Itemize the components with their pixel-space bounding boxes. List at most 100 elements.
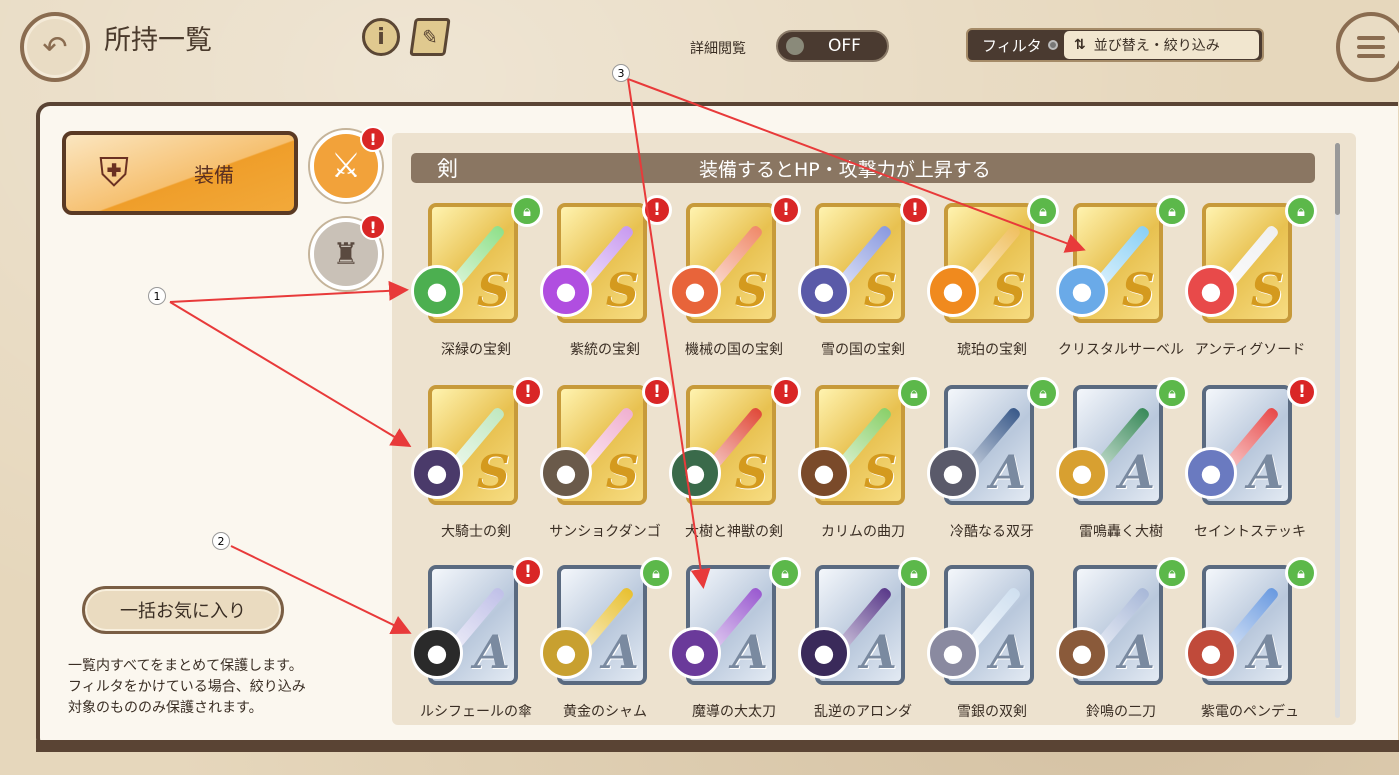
rank-letter: S	[992, 263, 1026, 317]
lock-icon[interactable]: 🔒︎	[769, 557, 801, 589]
bulk-favorite-button[interactable]: 一括お気に入り	[82, 586, 284, 634]
rank-letter: S	[863, 263, 897, 317]
rank-letter: A	[1119, 445, 1155, 499]
equipment-item[interactable]: A ● 🔒︎ 乱逆のアロンダ	[798, 557, 930, 725]
equipment-item[interactable]: S ●! 紫統の宝剣	[540, 195, 672, 383]
annotation-marker: 1	[148, 287, 166, 305]
character-emblem-icon: ●	[411, 447, 463, 499]
equipment-item[interactable]: S ● 🔒︎ 琥珀の宝剣	[927, 195, 1059, 383]
info-icon[interactable]: i	[362, 18, 400, 56]
equipment-item[interactable]: S ● 🔒︎ カリムの曲刀	[798, 377, 930, 565]
equip-tab[interactable]: ⛨ 装備	[62, 131, 298, 215]
rank-letter: S	[734, 263, 768, 317]
equipment-item[interactable]: A ● 🔒︎ 鈴鳴の二刀	[1056, 557, 1188, 725]
equipment-item[interactable]: S ●! 大樹と神獣の剣	[669, 377, 801, 565]
equipment-item[interactable]: S ● 🔒︎ クリスタルサーベル	[1056, 195, 1188, 383]
lock-icon[interactable]: 🔒︎	[511, 195, 543, 227]
lock-icon[interactable]: 🔒︎	[1156, 557, 1188, 589]
equipment-item[interactable]: A ● 🔒︎ 魔導の大太刀	[669, 557, 801, 725]
equipment-item[interactable]: A ● 🔒︎ 黄金のシャム	[540, 557, 672, 725]
character-emblem-icon: ●	[927, 265, 979, 317]
equipment-item[interactable]: A ●! ルシフェールの傘	[411, 557, 543, 725]
equipment-item[interactable]: A ● 🔒︎ 紫電のペンデュ	[1185, 557, 1317, 725]
toggle-state: OFF	[828, 36, 861, 56]
rank-letter: S	[734, 445, 768, 499]
rank-letter: A	[1119, 625, 1155, 679]
rank-letter: S	[863, 445, 897, 499]
sort-filter-button[interactable]: ⇅ 並び替え・絞り込み	[1064, 31, 1259, 59]
character-emblem-icon: ●	[798, 447, 850, 499]
equipment-item[interactable]: S ●! 機械の国の宝剣	[669, 195, 801, 383]
alert-icon: !	[1287, 377, 1317, 407]
item-name: 大騎士の剣	[441, 524, 511, 540]
character-emblem-icon: ●	[411, 627, 463, 679]
lock-icon[interactable]: 🔒︎	[1156, 195, 1188, 227]
character-emblem-icon: ●	[411, 265, 463, 317]
character-emblem-icon: ●	[540, 265, 592, 317]
back-button[interactable]: ↶	[20, 12, 90, 82]
alert-icon: !	[771, 195, 801, 225]
character-emblem-icon: ●	[540, 447, 592, 499]
item-grid: 剣 装備するとHP・攻撃力が上昇する S ● 🔒︎ 深緑の宝剣 S ●! 紫統の宝剣 S ●! 機…	[392, 133, 1356, 725]
hamburger-menu-icon	[1357, 36, 1385, 58]
lock-icon[interactable]: 🔒︎	[898, 377, 930, 409]
character-emblem-icon: ●	[669, 265, 721, 317]
book-icon[interactable]: ✎	[409, 18, 451, 56]
category-armor-button[interactable]: ♜ !	[310, 214, 386, 290]
lock-icon[interactable]: 🔒︎	[1027, 377, 1059, 409]
scrollbar[interactable]	[1335, 143, 1340, 718]
filter-indicator-icon	[1047, 40, 1058, 50]
item-name: サンショクダンゴ	[549, 524, 661, 540]
equipment-item[interactable]: A ● 🔒︎ 雷鳴轟く大樹	[1056, 377, 1188, 565]
section-description: 装備するとHP・攻撃力が上昇する	[699, 158, 991, 181]
lock-icon[interactable]: 🔒︎	[1027, 195, 1059, 227]
item-name: 乱逆のアロンダ	[814, 704, 912, 720]
lock-icon[interactable]: 🔒︎	[1285, 557, 1317, 589]
section-name: 剣	[437, 157, 458, 181]
rank-letter: S	[1121, 263, 1155, 317]
character-emblem-icon: ●	[1056, 265, 1108, 317]
equipment-item[interactable]: S ●! 雪の国の宝剣	[798, 195, 930, 383]
back-arrow-icon: ↶	[42, 29, 68, 65]
toggle-knob	[786, 37, 804, 55]
detail-view-toggle[interactable]: OFF	[776, 30, 889, 62]
armor-icon: ♜	[332, 236, 360, 272]
rank-letter: A	[474, 625, 510, 679]
lock-icon[interactable]: 🔒︎	[1285, 195, 1317, 227]
item-name: 雪の国の宝剣	[821, 342, 905, 358]
equipment-item[interactable]: A ● 🔒︎ 冷酷なる双牙	[927, 377, 1059, 565]
equipment-item[interactable]: S ●! 大騎士の剣	[411, 377, 543, 565]
equipment-item[interactable]: S ● 🔒︎ 深緑の宝剣	[411, 195, 543, 383]
equipment-item[interactable]: A ● 雪銀の双剣	[927, 565, 1057, 725]
alert-icon: !	[900, 195, 930, 225]
item-name: 機械の国の宝剣	[685, 342, 783, 358]
item-name: クリスタルサーベル	[1058, 342, 1184, 358]
rank-letter: S	[1250, 263, 1284, 317]
menu-button[interactable]	[1336, 12, 1399, 82]
sort-filter-label: 並び替え・絞り込み	[1093, 38, 1220, 54]
character-emblem-icon: ●	[927, 447, 979, 499]
helmet-icon: ⛨	[99, 150, 129, 196]
character-emblem-icon: ●	[1185, 447, 1237, 499]
rank-letter: A	[603, 625, 639, 679]
filter-button[interactable]: フィルタ	[968, 35, 1064, 56]
character-emblem-icon: ●	[540, 627, 592, 679]
lock-icon[interactable]: 🔒︎	[898, 557, 930, 589]
page-title: 所持一覧	[104, 25, 212, 56]
category-sword-button[interactable]: ⚔ !	[310, 126, 386, 202]
rank-letter: A	[1248, 625, 1284, 679]
lock-icon[interactable]: 🔒︎	[640, 557, 672, 589]
item-name: 紫電のペンデュ	[1201, 704, 1299, 720]
scroll-thumb[interactable]	[1335, 143, 1340, 215]
item-name: セイントステッキ	[1194, 524, 1306, 540]
lock-icon[interactable]: 🔒︎	[1156, 377, 1188, 409]
item-name: 雷鳴轟く大樹	[1079, 524, 1163, 540]
equipment-item[interactable]: S ●! サンショクダンゴ	[540, 377, 672, 565]
item-name: アンティグソード	[1194, 342, 1306, 358]
section-header: 剣 装備するとHP・攻撃力が上昇する	[411, 153, 1315, 183]
equipment-item[interactable]: A ●! セイントステッキ	[1185, 377, 1317, 565]
rank-letter: A	[1248, 445, 1284, 499]
item-name: 紫統の宝剣	[570, 342, 640, 358]
equipment-item[interactable]: S ● 🔒︎ アンティグソード	[1185, 195, 1317, 383]
character-emblem-icon: ●	[927, 627, 979, 679]
